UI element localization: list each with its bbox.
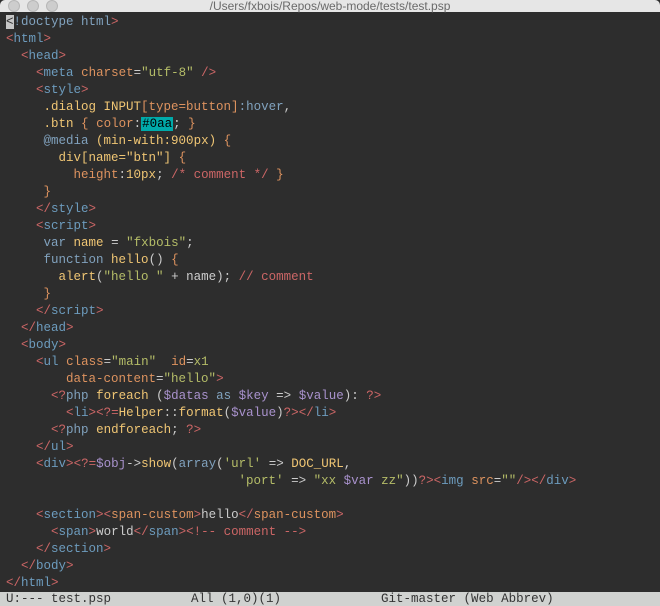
modeline-left: U:--- test.psp [6, 592, 111, 606]
modeline-position: All (1,0)(1) [191, 592, 281, 606]
window-titlebar: /Users/fxbois/Repos/web-mode/tests/test.… [0, 0, 660, 12]
window-title: /Users/fxbois/Repos/web-mode/tests/test.… [0, 0, 660, 13]
modeline: U:--- test.psp All (1,0)(1) Git-master (… [0, 592, 660, 606]
editor-buffer[interactable]: <!doctype html> <html> <head> <meta char… [0, 12, 660, 592]
modeline-mode: Git-master (Web Abbrev) [381, 592, 554, 606]
